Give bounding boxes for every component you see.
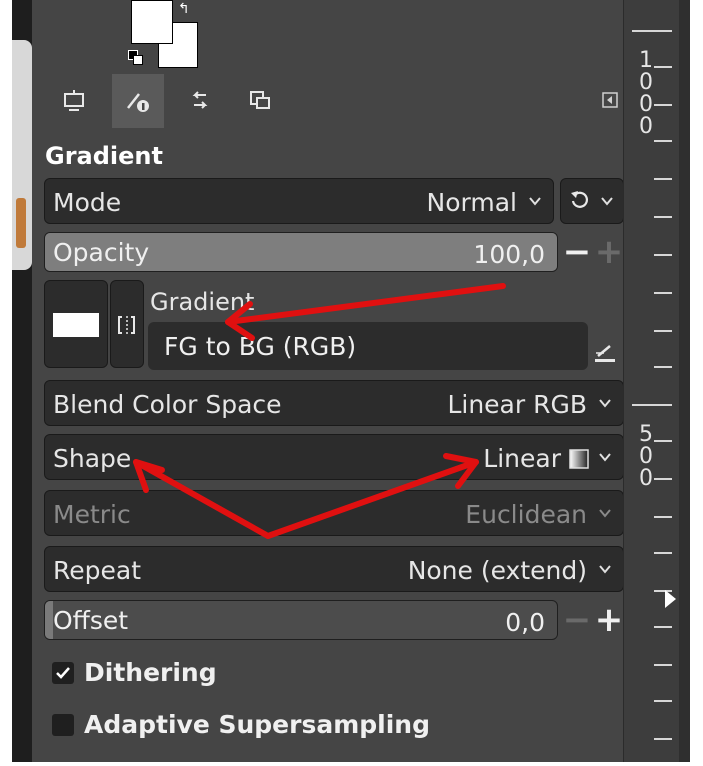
opacity-increase-button[interactable]: + [594,232,624,272]
canvas-edge-accent [16,198,26,248]
repeat-select[interactable]: Repeat None (extend) [44,546,624,592]
ruler-tick [632,30,672,32]
dithering-label: Dithering [84,658,217,687]
adaptive-supersampling-checkbox[interactable] [52,714,74,736]
chevron-down-icon [529,197,541,206]
images-icon [250,91,270,109]
ruler-tick [654,366,672,368]
reset-icon [571,191,588,208]
plus-icon: + [594,600,624,640]
blend-color-space-value: Linear RGB [447,390,587,419]
opacity-value: 100,0 [473,240,545,269]
dithering-checkbox[interactable] [52,662,74,684]
mode-reset-button[interactable] [560,178,624,224]
undo-history-icon [192,91,208,109]
metric-value: Euclidean [465,500,587,529]
images-tab[interactable] [234,74,286,128]
ruler-tick [654,66,672,68]
offset-stepper: − + [560,600,624,640]
shape-value: Linear [483,444,561,473]
ruler-tick [632,404,672,406]
default-colors-icon[interactable] [128,50,143,65]
ruler-tick [654,140,672,142]
minus-icon: − [562,600,592,640]
checkmark-icon [56,667,70,679]
offset-slider[interactable]: Offset 0,0 [44,600,558,640]
edit-gradient-icon[interactable] [592,340,618,366]
ruler-label: 1 0 0 0 [639,48,653,139]
ruler-tick [654,552,672,554]
mode-select[interactable]: Mode Normal [44,178,554,224]
ruler-tick [654,516,672,518]
app-window: ↰ Gradient Mode Normal Opacity 100,0 − +… [12,0,690,762]
swap-colors-icon[interactable]: ↰ [178,2,190,16]
ruler-label: 5 0 0 [639,422,653,491]
blend-color-space-select[interactable]: Blend Color Space Linear RGB [44,380,624,426]
blend-color-space-label: Blend Color Space [53,390,282,419]
ruler-tick [654,440,672,442]
plus-icon: + [594,232,624,272]
opacity-decrease-button[interactable]: − [562,232,592,272]
panel-title: Gradient [45,142,163,170]
shape-select[interactable]: Shape Linear [44,434,624,480]
offset-decrease-button[interactable]: − [562,600,592,640]
ruler-tick [654,254,672,256]
ruler-tick [654,292,672,294]
ruler-tick [654,216,672,218]
gradient-name: FG to BG (RGB) [164,332,357,361]
ruler-tick [654,738,672,740]
chevron-down-icon [599,453,611,462]
ruler-tick [654,664,672,666]
gradient-name-field[interactable]: FG to BG (RGB) [148,322,588,370]
repeat-label: Repeat [53,556,142,585]
shape-label: Shape [53,444,132,473]
ruler-tick [654,178,672,180]
vertical-ruler: 1 0 0 0 5 0 0 [623,0,680,762]
tool-options-icon [127,93,149,112]
foreground-color-swatch[interactable] [131,0,173,44]
mode-value: Normal [426,188,517,217]
canvas-edge [12,0,32,762]
chevron-down-icon [599,565,611,574]
ruler-tick [654,478,672,480]
gradient-preview [53,313,99,337]
gradient-preview-button[interactable] [44,280,108,368]
ruler-position-marker [665,590,676,608]
metric-select[interactable]: Metric Euclidean [44,490,624,536]
offset-value: 0,0 [505,608,545,637]
reverse-icon [118,316,135,334]
undo-history-tab[interactable] [174,74,226,128]
opacity-slider[interactable]: Opacity 100,0 [44,232,558,272]
opacity-stepper: − + [560,232,624,272]
dock-tabs [44,74,624,128]
ruler-tick [654,104,672,106]
ruler-tick [654,700,672,702]
device-status-tab[interactable] [48,74,100,128]
chevron-down-icon [601,197,613,206]
chevron-down-icon [599,399,611,408]
offset-label: Offset [53,606,129,635]
panel-menu-icon[interactable] [602,92,618,108]
minus-icon: − [562,232,592,272]
offset-increase-button[interactable]: + [594,600,624,640]
tool-options-tab[interactable] [112,74,164,128]
panel-right-edge [679,0,690,762]
repeat-value: None (extend) [407,556,587,585]
device-status-icon [64,90,84,111]
opacity-label: Opacity [53,238,150,267]
metric-label: Metric [53,500,131,529]
gradient-label: Gradient [150,288,255,316]
mode-label: Mode [53,188,122,217]
ruler-tick [654,626,672,628]
reverse-gradient-button[interactable] [110,280,144,368]
offset-slider-handle [45,601,53,639]
adaptive-supersampling-label: Adaptive Supersampling [84,710,430,739]
chevron-down-icon [599,509,611,518]
ruler-tick [654,330,672,332]
linear-gradient-icon [569,449,589,469]
